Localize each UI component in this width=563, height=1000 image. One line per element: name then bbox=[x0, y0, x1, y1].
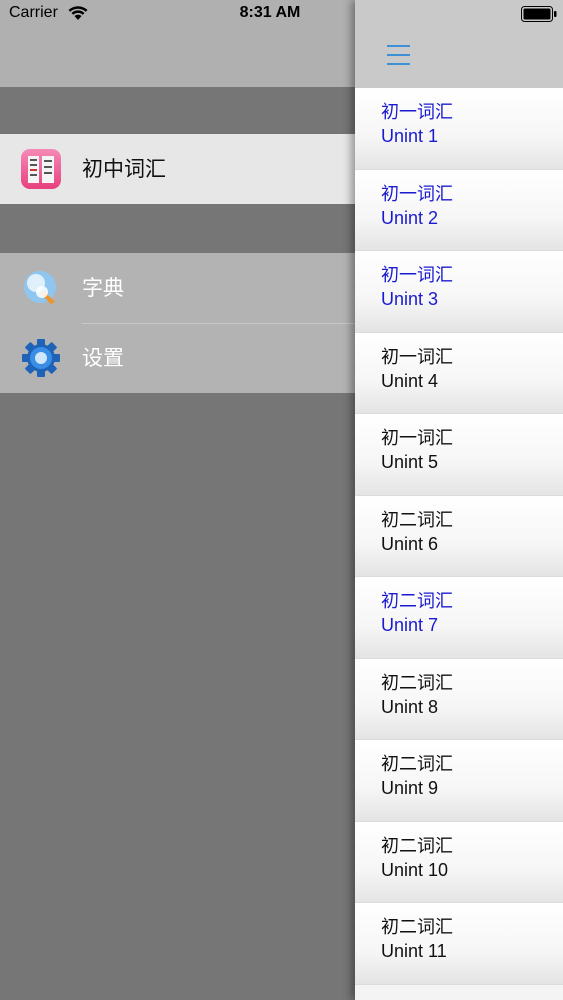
unit-row[interactable]: 初二词汇 Unint 9 bbox=[355, 740, 563, 822]
unit-list: 初一词汇 Unint 1 初一词汇 Unint 2 初一词汇 Unint 3 初… bbox=[355, 88, 563, 985]
unit-row[interactable]: 初一词汇 Unint 3 bbox=[355, 251, 563, 333]
gear-icon bbox=[21, 338, 61, 378]
unit-subtitle: Unint 4 bbox=[381, 370, 439, 391]
unit-title: 初二词汇 bbox=[381, 835, 453, 857]
unit-subtitle: Unint 2 bbox=[381, 207, 439, 228]
unit-row[interactable]: 初一词汇 Unint 2 bbox=[355, 169, 563, 251]
unit-row[interactable]: 初一词汇 Unint 4 bbox=[355, 332, 563, 414]
unit-subtitle: Unint 9 bbox=[381, 778, 439, 798]
unit-title: 初二词汇 bbox=[381, 672, 453, 694]
menu-item-label: 初中词汇 bbox=[82, 157, 166, 181]
menu-divider bbox=[82, 323, 355, 324]
unit-subtitle: Unint 3 bbox=[381, 289, 439, 309]
unit-subtitle: Unint 10 bbox=[381, 859, 449, 880]
menu-section-secondary: 字典 设置 bbox=[0, 253, 355, 393]
unit-title: 初二词汇 bbox=[381, 591, 453, 612]
unit-subtitle: Unint 8 bbox=[381, 696, 439, 717]
unit-row[interactable]: 初二词汇 Unint 8 bbox=[355, 658, 563, 740]
unit-subtitle: Unint 6 bbox=[381, 533, 439, 554]
unit-subtitle: Unint 1 bbox=[381, 126, 439, 146]
status-time: 8:31 AM bbox=[239, 4, 301, 21]
unit-subtitle: Unint 5 bbox=[381, 452, 439, 472]
menu-item-settings[interactable]: 设置 bbox=[0, 323, 355, 393]
screen: 初中词汇 字典 设置 初一词汇 Unint 1 初一词汇 Unint 2 初一词… bbox=[0, 0, 563, 1000]
unit-title: 初一词汇 bbox=[381, 265, 453, 286]
battery-icon bbox=[521, 6, 557, 22]
menu-item-label: 字典 bbox=[82, 276, 124, 300]
menu-item-dictionary[interactable]: 字典 bbox=[0, 253, 355, 323]
unit-row[interactable]: 初二词汇 Unint 10 bbox=[355, 821, 563, 903]
unit-title: 初二词汇 bbox=[381, 754, 453, 775]
menu-section-primary: 初中词汇 bbox=[0, 134, 355, 204]
vocabulary-book-icon bbox=[21, 149, 61, 189]
unit-list-panel: 初一词汇 Unint 1 初一词汇 Unint 2 初一词汇 Unint 3 初… bbox=[355, 0, 563, 1000]
menu-item-label: 设置 bbox=[82, 346, 124, 370]
unit-row[interactable]: 初一词汇 Unint 5 bbox=[355, 414, 563, 496]
side-menu: 初中词汇 字典 设置 bbox=[0, 0, 355, 1000]
unit-title: 初一词汇 bbox=[381, 428, 453, 449]
unit-title: 初二词汇 bbox=[381, 509, 453, 531]
unit-subtitle: Unint 7 bbox=[381, 615, 439, 635]
unit-subtitle: Unint 11 bbox=[381, 941, 447, 961]
unit-row[interactable]: 初二词汇 Unint 11 bbox=[355, 903, 563, 985]
status-bar: Carrier 8:31 AM bbox=[0, 0, 563, 30]
unit-row[interactable]: 初一词汇 Unint 1 bbox=[355, 88, 563, 170]
menu-item-junior-vocabulary[interactable]: 初中词汇 bbox=[0, 134, 355, 204]
unit-title: 初一词汇 bbox=[381, 346, 453, 368]
dictionary-icon bbox=[21, 268, 61, 308]
unit-row[interactable]: 初二词汇 Unint 6 bbox=[355, 495, 563, 577]
unit-title: 初二词汇 bbox=[381, 917, 453, 938]
hamburger-menu-icon[interactable] bbox=[387, 45, 410, 65]
unit-row[interactable]: 初二词汇 Unint 7 bbox=[355, 577, 563, 659]
unit-title: 初一词汇 bbox=[381, 102, 453, 123]
unit-title: 初一词汇 bbox=[381, 183, 453, 205]
